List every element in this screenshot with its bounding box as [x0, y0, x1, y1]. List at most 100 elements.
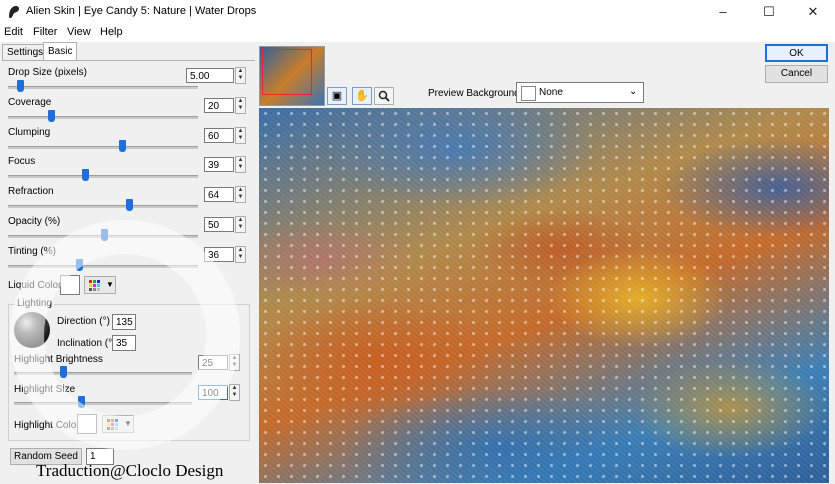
- focus-input[interactable]: 39: [204, 157, 234, 172]
- coverage-track[interactable]: [8, 116, 198, 119]
- highlight-size-spinner[interactable]: ▲ ▼: [229, 384, 240, 401]
- zoom-icon[interactable]: [374, 87, 394, 105]
- highlight-size-label: Highlight Size: [14, 384, 76, 395]
- hand-icon[interactable]: ✋: [352, 87, 372, 105]
- refraction-track[interactable]: [8, 205, 198, 208]
- close-button[interactable]: ✕: [791, 0, 835, 24]
- spin-up-icon[interactable]: ▲: [236, 217, 245, 224]
- direction-input[interactable]: 135: [112, 314, 136, 330]
- focus-slider[interactable]: [82, 169, 89, 181]
- spin-down-icon[interactable]: ▼: [230, 392, 239, 399]
- preview-scrollbar[interactable]: [829, 108, 835, 483]
- refraction-input[interactable]: 64: [204, 187, 234, 202]
- drop-size-label: Drop Size (pixels): [8, 67, 87, 78]
- opacity-label: Opacity (%): [8, 216, 61, 227]
- clumping-label: Clumping: [8, 127, 51, 138]
- menu-view[interactable]: View: [67, 26, 91, 38]
- light-direction-sphere[interactable]: [14, 312, 50, 348]
- opacity-input[interactable]: 50: [204, 217, 234, 232]
- tab-basic[interactable]: Basic: [43, 42, 78, 61]
- spin-down-icon[interactable]: ▼: [236, 75, 245, 82]
- tab-settings[interactable]: Settings: [2, 44, 49, 61]
- navigator-thumbnail[interactable]: [259, 46, 325, 106]
- opacity-slider[interactable]: [101, 229, 108, 241]
- highlight-color-label: Highlight Color: [14, 420, 80, 431]
- highlight-size-track[interactable]: [14, 402, 192, 405]
- cancel-button[interactable]: Cancel: [765, 65, 828, 83]
- liquid-color-label: Liquid Color: [8, 280, 62, 291]
- highlight-size-input[interactable]: 100: [198, 385, 228, 400]
- refraction-slider[interactable]: [126, 199, 133, 211]
- highlight-brightness-spinner[interactable]: ▲ ▼: [229, 354, 240, 371]
- coverage-input[interactable]: 20: [204, 98, 234, 113]
- water-drops-overlay: [259, 108, 829, 483]
- menu-bar: Edit Filter View Help: [0, 24, 835, 42]
- focus-track[interactable]: [8, 175, 198, 178]
- drop-size-input[interactable]: 5.00: [186, 68, 234, 83]
- preview-background-value: None: [539, 87, 563, 98]
- highlight-brightness-track[interactable]: [14, 372, 192, 375]
- spin-up-icon[interactable]: ▲: [236, 68, 245, 75]
- spin-down-icon[interactable]: ▼: [236, 164, 245, 171]
- liquid-color-palette-button[interactable]: ▼: [84, 276, 116, 294]
- tinting-slider[interactable]: [76, 259, 83, 271]
- palette-icon: [107, 419, 118, 430]
- spin-up-icon[interactable]: ▲: [230, 355, 239, 362]
- lighting-group-label: Lighting: [15, 298, 55, 309]
- preview-background-label: Preview Background:: [428, 88, 523, 99]
- spin-down-icon[interactable]: ▼: [236, 135, 245, 142]
- spin-up-icon[interactable]: ▲: [236, 187, 245, 194]
- focus-spinner[interactable]: ▲ ▼: [235, 156, 246, 173]
- preview-image[interactable]: [259, 108, 829, 483]
- menu-edit[interactable]: Edit: [4, 26, 23, 38]
- drop-size-spinner[interactable]: ▲ ▼: [235, 67, 246, 84]
- highlight-color-palette-button[interactable]: ▼: [102, 415, 134, 433]
- spin-up-icon[interactable]: ▲: [236, 247, 245, 254]
- highlight-size-slider[interactable]: [78, 396, 85, 408]
- chevron-down-icon: ▼: [124, 419, 132, 428]
- drop-size-slider[interactable]: [17, 80, 24, 92]
- coverage-spinner[interactable]: ▲ ▼: [235, 97, 246, 114]
- highlight-brightness-label: Highlight Brightness: [14, 354, 103, 365]
- spin-up-icon[interactable]: ▲: [236, 157, 245, 164]
- ok-button[interactable]: OK: [765, 44, 828, 62]
- tinting-spinner[interactable]: ▲ ▼: [235, 246, 246, 263]
- spin-down-icon[interactable]: ▼: [230, 362, 239, 369]
- tinting-input[interactable]: 36: [204, 247, 234, 262]
- highlight-brightness-slider[interactable]: [60, 366, 67, 378]
- minimize-button[interactable]: –: [701, 0, 745, 24]
- clumping-input[interactable]: 60: [204, 128, 234, 143]
- refraction-label: Refraction: [8, 186, 54, 197]
- refraction-spinner[interactable]: ▲ ▼: [235, 186, 246, 203]
- spin-down-icon[interactable]: ▼: [236, 194, 245, 201]
- credit-text: Traduction@Cloclo Design: [36, 461, 224, 480]
- clumping-spinner[interactable]: ▲ ▼: [235, 127, 246, 144]
- palette-icon: [89, 280, 100, 291]
- liquid-color-swatch[interactable]: [60, 275, 80, 295]
- maximize-button[interactable]: ☐: [747, 0, 791, 24]
- menu-help[interactable]: Help: [100, 26, 123, 38]
- highlight-brightness-input[interactable]: 25: [198, 355, 228, 370]
- clumping-track[interactable]: [8, 146, 198, 149]
- preview-select-icon[interactable]: ▣: [327, 87, 347, 105]
- coverage-label: Coverage: [8, 97, 52, 108]
- chevron-down-icon: ▼: [106, 280, 114, 289]
- clumping-slider[interactable]: [119, 140, 126, 152]
- spin-up-icon[interactable]: ▲: [236, 98, 245, 105]
- spin-up-icon[interactable]: ▲: [236, 128, 245, 135]
- spin-down-icon[interactable]: ▼: [236, 224, 245, 231]
- opacity-spinner[interactable]: ▲ ▼: [235, 216, 246, 233]
- inclination-input[interactable]: 35: [112, 335, 136, 351]
- coverage-slider[interactable]: [48, 110, 55, 122]
- spin-down-icon[interactable]: ▼: [236, 254, 245, 261]
- chevron-down-icon: ⌄: [629, 86, 638, 97]
- tinting-label: Tinting (%): [8, 246, 56, 257]
- spin-down-icon[interactable]: ▼: [236, 105, 245, 112]
- navigator-view-rect[interactable]: [262, 49, 312, 95]
- highlight-color-swatch[interactable]: [77, 414, 97, 434]
- drop-size-track[interactable]: [8, 86, 198, 89]
- menu-filter[interactable]: Filter: [33, 26, 57, 38]
- spin-up-icon[interactable]: ▲: [230, 385, 239, 392]
- preview-background-select[interactable]: None ⌄: [516, 82, 644, 103]
- tinting-track[interactable]: [8, 265, 198, 268]
